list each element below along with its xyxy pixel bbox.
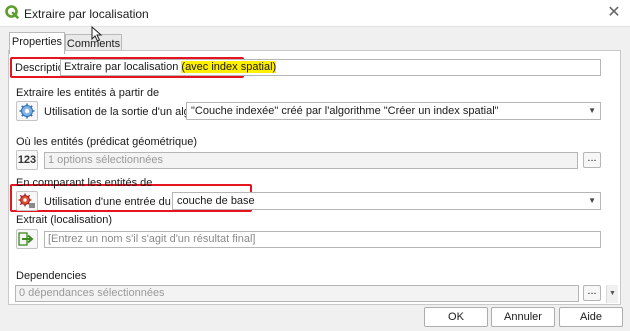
output-name-input[interactable]: [Entrez un nom s'il s'agit d'un résultat… [44,231,601,248]
description-value: Extraire par localisation [64,61,179,73]
algorithm-output-icon[interactable] [16,101,38,121]
window-title: Extraire par localisation [24,7,149,21]
predicate-field[interactable]: 1 options sélectionnées [44,152,578,169]
compare-selected: couche de base [177,195,255,207]
ok-button[interactable]: OK [424,307,488,327]
cancel-button[interactable]: Annuler [491,307,555,327]
extract-from-label: Extraire les entités à partir de [16,87,160,99]
compare-select[interactable]: couche de base ▼ [172,192,601,210]
qgis-logo-icon [5,5,19,19]
description-field[interactable]: Extraire par localisation (avec index sp… [60,59,601,76]
mouse-cursor-icon [91,25,105,42]
chevron-down-icon: ▼ [588,196,596,205]
tab-properties[interactable]: Properties [9,32,65,54]
dependencies-label: Dependencies [16,270,87,282]
close-icon[interactable]: ✕ [604,3,624,23]
chevron-down-icon: ▼ [588,106,596,115]
extract-from-selected: "Couche indexée" créé par l'algorithme "… [191,105,499,117]
dependencies-field[interactable]: 0 dépendances sélectionnées [15,285,579,302]
compare-label: En comparant les entités de [16,177,153,189]
number-123-icon-text: 123 [17,154,37,166]
dependencies-browse-button[interactable]: ... [583,285,601,301]
scrollbar-track[interactable]: ▼ [606,285,618,303]
extract-from-select[interactable]: "Couche indexée" créé par l'algorithme "… [186,102,601,120]
number-123-icon[interactable]: 123 [16,150,38,170]
scroll-down-icon: ▼ [609,290,616,297]
description-highlighted-text: (avec index spatial) [181,61,277,73]
predicate-browse-button[interactable]: ... [583,152,601,168]
model-input-icon[interactable] [16,191,38,211]
output-label: Extrait (localisation) [16,214,112,226]
output-arrow-icon[interactable] [16,229,38,249]
predicate-label: Où les entités (prédicat géométrique) [16,136,197,148]
help-button[interactable]: Aide [559,307,623,327]
